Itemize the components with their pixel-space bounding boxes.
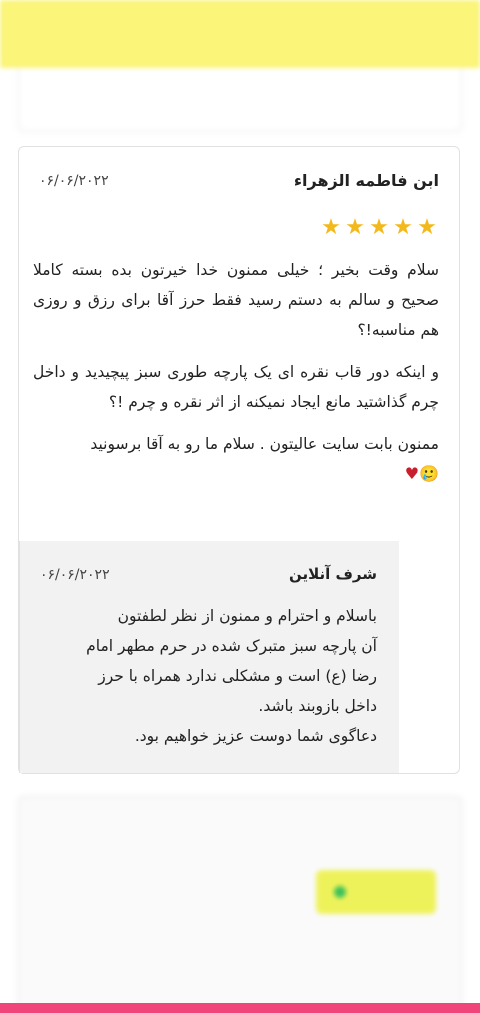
review-body: سلام وقت بخیر ؛ خیلی ممنون خدا خیرتون بد… [33,255,439,501]
reply-line: آن پارچه سبز متبرک شده در حرم مطهر امام [86,637,377,655]
rating-stars: ★★★★★ [319,215,439,240]
star-icon: ★ [321,215,341,240]
star-icon: ★ [369,215,389,240]
review-paragraph-text: ممنون بابت سایت عالیتون . سلام ما رو به … [90,435,439,453]
reply-line: رضا (ع) است و مشکلی ندارد همراه با حرز [98,667,377,685]
review-header: ابن فاطمه الزهراء ۰۶/۰۶/۲۰۲۲ [39,171,439,195]
reply-line: دعاگوی شما دوست عزیز خواهیم بود. [134,727,377,745]
reply-line: باسلام و احترام و ممنون از نظر لطفتون [117,607,377,625]
previous-review-blurred [0,0,480,140]
online-dot-icon [334,886,346,898]
review-paragraph: و اینکه دور قاب نقره ای یک پارچه طوری سب… [33,363,439,411]
online-badge-blurred [316,870,436,914]
review-paragraph: سلام وقت بخیر ؛ خیلی ممنون خدا خیرتون بد… [33,261,439,339]
next-review-blurred [0,790,480,1013]
bottom-bar [0,1003,480,1013]
reply-author: شرف آنلاین [288,565,377,583]
reply-date: ۰۶/۰۶/۲۰۲۲ [40,567,110,583]
review-date: ۰۶/۰۶/۲۰۲۲ [39,173,109,189]
smile-tear-emoji-icon: 🥲 [419,464,439,483]
top-banner-blurred [0,0,480,68]
star-icon: ★ [345,215,365,240]
review-card: ابن فاطمه الزهراء ۰۶/۰۶/۲۰۲۲ ★★★★★ سلام … [18,146,460,774]
review-paragraph: ممنون بابت سایت عالیتون . سلام ما رو به … [33,429,439,489]
reply-body: باسلام و احترام و ممنون از نظر لطفتون آن… [32,601,377,751]
reply-line: داخل بازوبند باشد. [258,697,377,715]
star-icon: ★ [417,215,437,240]
reply-header: شرف آنلاین ۰۶/۰۶/۲۰۲۲ [40,565,377,589]
admin-reply: شرف آنلاین ۰۶/۰۶/۲۰۲۲ باسلام و احترام و … [19,541,399,773]
heart-icon: ♥ [404,464,420,483]
star-icon: ★ [393,215,413,240]
review-author: ابن فاطمه الزهراء [293,171,439,190]
